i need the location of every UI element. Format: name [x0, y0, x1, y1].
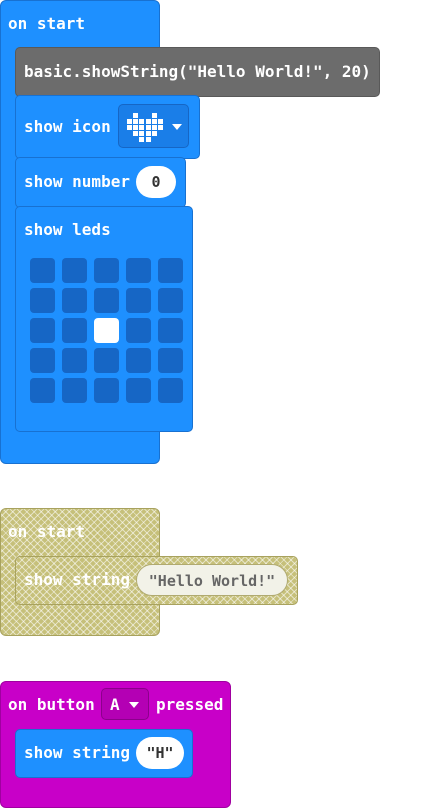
led-cell[interactable] — [30, 348, 55, 373]
led-grid — [30, 258, 186, 406]
basic-show-string-code: basic.showString("Hello World!", 20) — [24, 62, 371, 81]
led-cell[interactable] — [158, 288, 183, 313]
led-cell[interactable] — [158, 348, 183, 373]
led-cell[interactable] — [30, 258, 55, 283]
heart-icon — [127, 111, 163, 143]
led-cell[interactable] — [62, 258, 87, 283]
led-cell[interactable] — [94, 378, 119, 403]
string-input[interactable]: "H" — [136, 737, 184, 769]
led-cell[interactable] — [126, 378, 151, 403]
show-string-label: show string — [24, 570, 130, 589]
show-leds-label: show leds — [24, 220, 111, 239]
on-start-label: on start — [8, 522, 86, 541]
led-cell[interactable] — [126, 318, 151, 343]
led-cell[interactable] — [94, 288, 119, 313]
led-cell[interactable] — [94, 348, 119, 373]
show-number-label: show number — [24, 172, 130, 191]
led-cell[interactable] — [126, 288, 151, 313]
chevron-down-icon — [129, 702, 139, 708]
icon-dropdown[interactable] — [118, 104, 189, 148]
show-icon-label: show icon — [24, 117, 111, 136]
led-cell[interactable] — [30, 318, 55, 343]
led-cell[interactable] — [30, 378, 55, 403]
led-cell[interactable] — [62, 378, 87, 403]
led-cell[interactable] — [126, 348, 151, 373]
led-cell[interactable] — [158, 318, 183, 343]
on-start-label: on start — [8, 14, 86, 33]
button-dropdown[interactable]: A — [101, 688, 149, 720]
button-value: A — [110, 695, 120, 714]
led-cell[interactable] — [62, 348, 87, 373]
led-cell[interactable] — [62, 318, 87, 343]
string-input[interactable]: "Hello World!" — [136, 564, 288, 596]
led-cell[interactable] — [158, 378, 183, 403]
number-input[interactable]: 0 — [136, 166, 176, 198]
chevron-down-icon — [172, 124, 182, 130]
led-cell[interactable] — [94, 258, 119, 283]
led-cell[interactable] — [94, 318, 119, 343]
on-button-label: on button — [8, 695, 95, 714]
led-cell[interactable] — [126, 258, 151, 283]
led-cell[interactable] — [30, 288, 55, 313]
pressed-label: pressed — [156, 695, 224, 714]
led-cell[interactable] — [62, 288, 87, 313]
led-cell[interactable] — [158, 258, 183, 283]
show-string-label: show string — [24, 743, 130, 762]
